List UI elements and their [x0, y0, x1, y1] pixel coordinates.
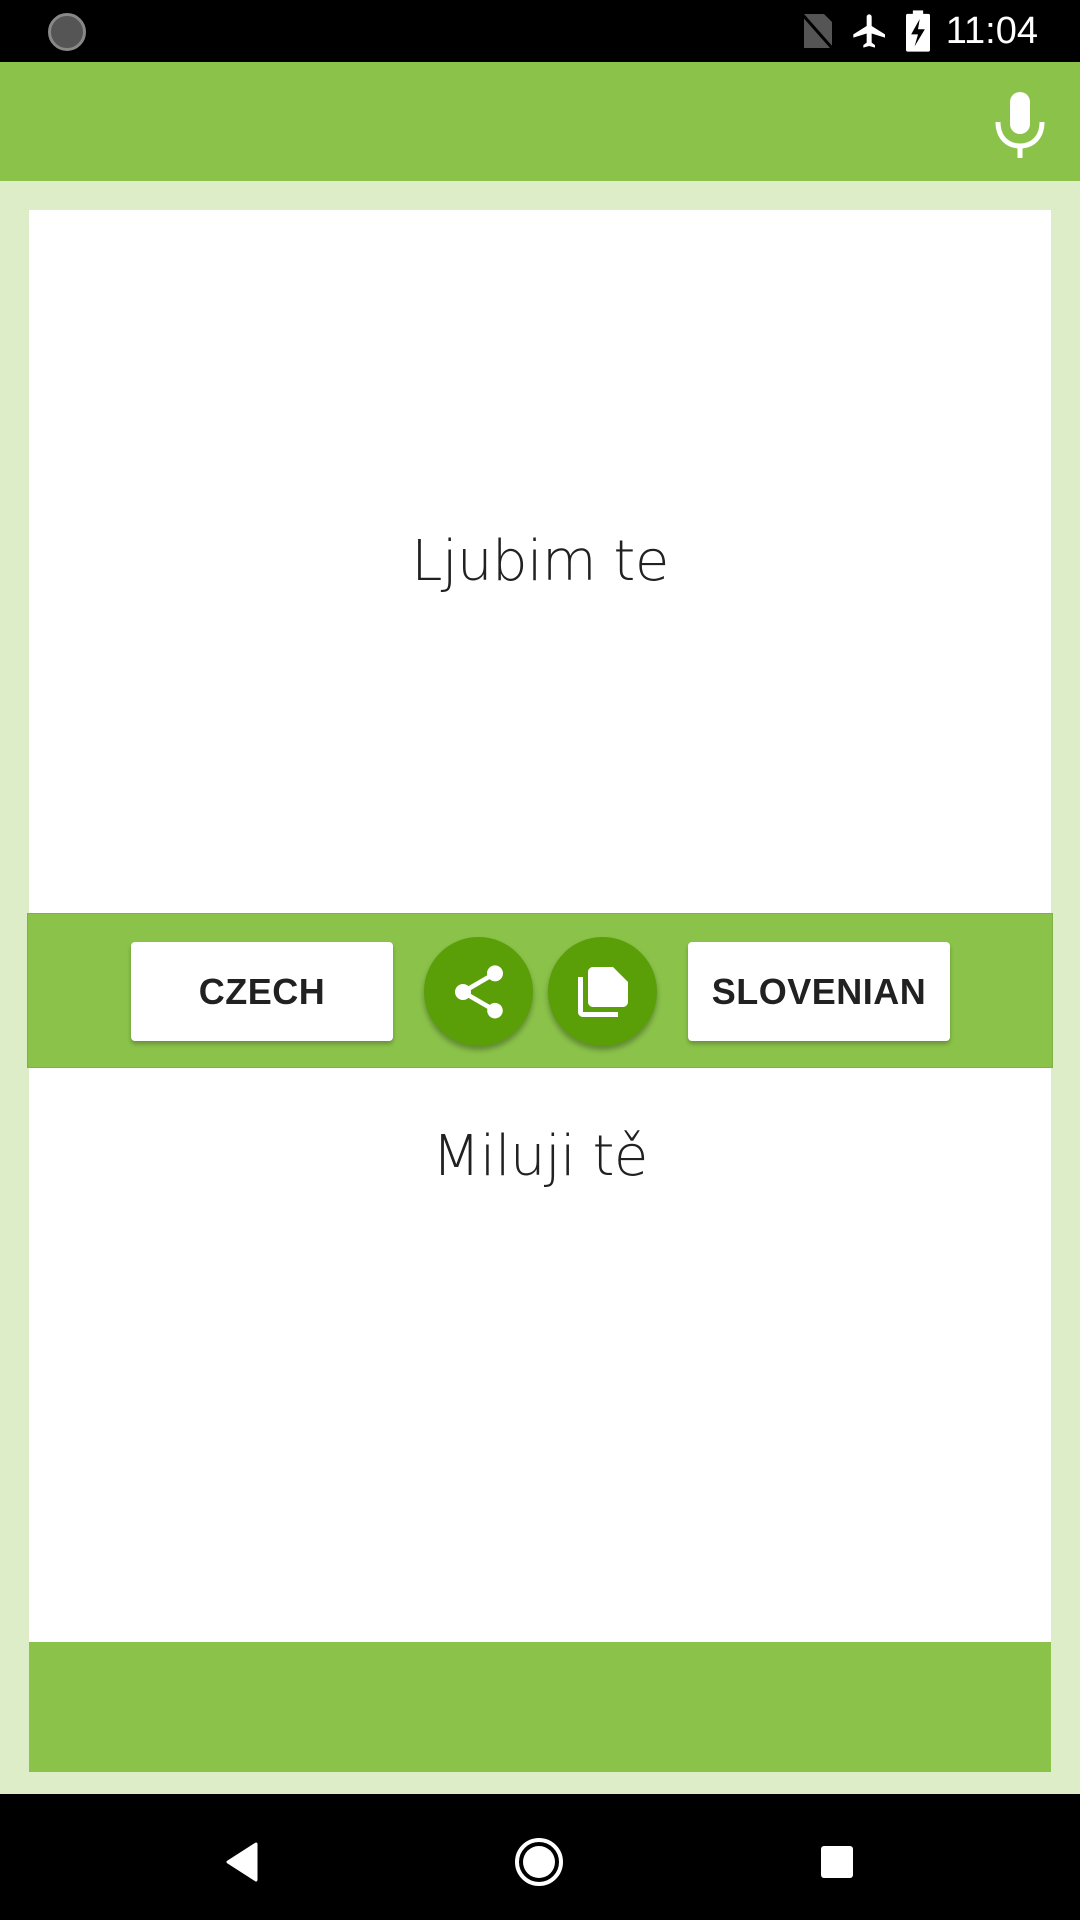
status-bar: 11:04: [0, 0, 1080, 62]
recents-icon: [821, 1846, 853, 1878]
translation-text: Miluji tě: [432, 1124, 648, 1189]
share-icon: [454, 964, 503, 1018]
language-toolbar: CZECH SLOVENIAN: [27, 913, 1053, 1068]
left-language-button[interactable]: CZECH: [131, 942, 393, 1041]
status-time: 11:04: [945, 9, 1038, 52]
back-icon: [226, 1842, 258, 1882]
sync-icon: [48, 13, 86, 51]
status-icons: 11:04: [800, 8, 1038, 54]
recents-button[interactable]: [807, 1832, 867, 1892]
microphone-icon: [995, 92, 1045, 158]
share-button[interactable]: [424, 937, 533, 1046]
voice-input-button[interactable]: [990, 90, 1050, 160]
home-icon: [515, 1838, 563, 1886]
copy-button[interactable]: [548, 937, 657, 1046]
source-text-panel[interactable]: Ljubim te: [29, 210, 1051, 913]
navigation-bar: [0, 1794, 1080, 1920]
right-language-button[interactable]: SLOVENIAN: [688, 942, 950, 1041]
ad-banner-area: [29, 1642, 1051, 1772]
airplane-mode-icon: [853, 14, 885, 48]
battery-charging-icon: [905, 10, 930, 52]
back-button[interactable]: [212, 1832, 272, 1892]
translation-panel: Miluji tě: [29, 1068, 1051, 1642]
app-bar: [0, 62, 1080, 181]
no-sim-icon: [800, 13, 833, 49]
copy-icon: [577, 966, 628, 1017]
home-button[interactable]: [509, 1832, 569, 1892]
source-text: Ljubim te: [411, 529, 669, 594]
